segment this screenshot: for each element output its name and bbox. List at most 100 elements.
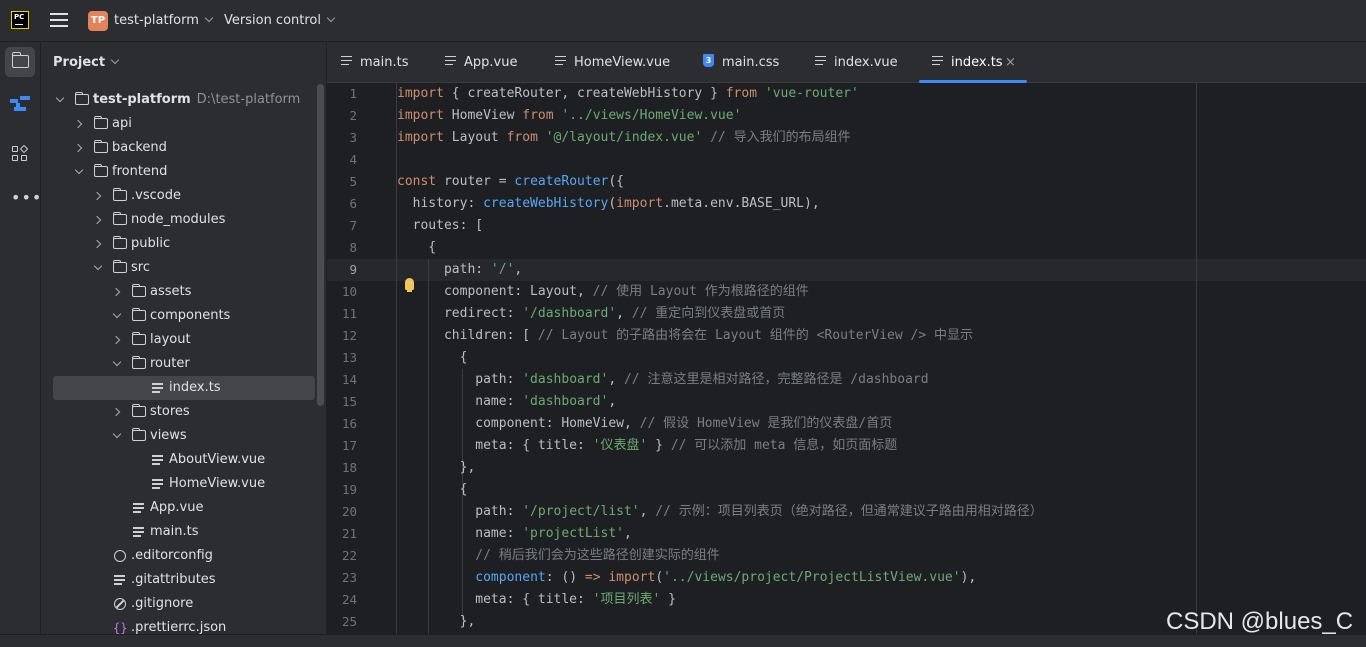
line-number: 5 — [349, 174, 357, 189]
project-panel-header[interactable]: Project — [53, 55, 120, 70]
tree-item-public[interactable]: public — [41, 232, 326, 256]
line-number: 7 — [349, 218, 357, 233]
line-number: 12 — [341, 328, 357, 343]
tree-item-label: router — [150, 356, 190, 371]
tab-index-vue[interactable]: index.vue — [815, 42, 898, 83]
chevron-right-icon[interactable] — [111, 335, 121, 345]
tree-item-components[interactable]: components — [41, 304, 326, 328]
folder-icon — [74, 91, 89, 105]
tree-item-src[interactable]: src — [41, 256, 326, 280]
chevron-down-icon[interactable] — [55, 93, 65, 103]
project-badge[interactable]: TP — [88, 11, 108, 31]
folder-icon — [112, 211, 127, 225]
project-switcher[interactable]: test-platform — [114, 13, 214, 28]
code-text: { — [397, 350, 468, 365]
tree-scrollbar[interactable] — [317, 84, 324, 406]
tab-main-css[interactable]: 3 main.css — [703, 42, 779, 83]
structure-icon[interactable] — [10, 96, 30, 112]
file-icon — [114, 575, 125, 585]
ignore-icon — [114, 598, 126, 610]
tree-item-label: .vscode — [131, 188, 181, 203]
tree-item-gitattributes[interactable]: .gitattributes — [41, 568, 326, 592]
code-editor[interactable]: 1 import { createRouter, createWebHistory… — [327, 83, 1366, 647]
tree-item-index-ts[interactable]: index.ts — [53, 376, 315, 400]
tree-item-api[interactable]: api — [41, 112, 326, 136]
tree-item-node-modules[interactable]: node_modules — [41, 208, 326, 232]
chevron-down-icon[interactable] — [112, 309, 122, 319]
chevron-right-icon[interactable] — [73, 143, 83, 153]
tree-item-aboutview[interactable]: AboutView.vue — [41, 448, 326, 472]
chevron-down-icon[interactable] — [112, 357, 122, 367]
chevron-right-icon[interactable] — [92, 239, 102, 249]
tree-item-label: test-platform — [93, 92, 191, 107]
tree-item-label: layout — [150, 332, 191, 347]
folder-icon — [11, 52, 29, 68]
tab-app-vue[interactable]: App.vue — [445, 42, 517, 83]
tree-item-label: .gitignore — [131, 596, 194, 611]
tree-item-label: index.ts — [169, 380, 221, 395]
chevron-down-icon[interactable] — [74, 165, 84, 175]
tree-item-app-vue[interactable]: App.vue — [41, 496, 326, 520]
line-number: 4 — [349, 152, 357, 167]
chevron-right-icon[interactable] — [111, 407, 121, 417]
chevron-right-icon[interactable] — [111, 287, 121, 297]
tree-item-editorconfig[interactable]: .editorconfig — [41, 544, 326, 568]
folder-icon — [93, 115, 108, 129]
chevron-right-icon[interactable] — [92, 191, 102, 201]
tab-homeview-vue[interactable]: HomeView.vue — [555, 42, 670, 83]
version-control-menu[interactable]: Version control — [224, 13, 336, 28]
tree-item-homeview[interactable]: HomeView.vue — [41, 472, 326, 496]
tree-item-label: .gitattributes — [131, 572, 216, 587]
tree-item-router[interactable]: router — [41, 352, 326, 376]
chevron-down-icon[interactable] — [93, 261, 103, 271]
code-text: component: Layout, // 使用 Layout 作为根路径的组件 — [397, 284, 809, 299]
tab-label: index.ts — [951, 55, 1003, 70]
tree-item-frontend[interactable]: frontend — [41, 160, 326, 184]
close-tab-icon[interactable]: × — [1005, 42, 1016, 83]
chevron-right-icon[interactable] — [73, 119, 83, 129]
tab-label: main.ts — [360, 55, 409, 70]
chevron-down-icon — [204, 13, 214, 23]
code-text: // 稍后我们会为这些路径创建实际的组件 — [475, 548, 720, 563]
tree-item-backend[interactable]: backend — [41, 136, 326, 160]
tree-item-assets[interactable]: assets — [41, 280, 326, 304]
code-text: routes: [ — [397, 218, 484, 233]
editor-tabs: main.ts App.vue HomeView.vue 3 main.css i… — [327, 42, 1366, 83]
panel-title: Project — [53, 55, 106, 70]
line-number: 3 — [349, 130, 357, 145]
tree-item-label: public — [131, 236, 171, 251]
plugins-icon[interactable] — [12, 144, 29, 162]
code-text: redirect: '/dashboard', // 重定向到仪表盘或首页 — [397, 306, 786, 321]
tree-item-vscode[interactable]: .vscode — [41, 184, 326, 208]
tree-item-views[interactable]: views — [41, 424, 326, 448]
code-text: meta: { title: '仪表盘' } // 可以添加 meta 信息，如… — [397, 438, 898, 453]
tab-main-ts[interactable]: main.ts — [341, 42, 408, 83]
line-number: 2 — [349, 108, 357, 123]
line-number: 18 — [341, 460, 357, 475]
tree-item-layout[interactable]: layout — [41, 328, 326, 352]
project-tool-button[interactable] — [5, 47, 35, 77]
code-text: name: 'dashboard', — [397, 394, 617, 409]
chevron-down-icon[interactable] — [112, 429, 122, 439]
chevron-right-icon[interactable] — [92, 215, 102, 225]
tree-item-gitignore[interactable]: .gitignore — [41, 592, 326, 616]
tree-item-label: views — [150, 428, 187, 443]
editor: main.ts App.vue HomeView.vue 3 main.css i… — [327, 42, 1366, 647]
tree-item-label: AboutView.vue — [169, 452, 266, 467]
code-text: { — [397, 240, 437, 255]
main-menu-icon[interactable] — [50, 13, 68, 29]
tab-label: index.vue — [834, 55, 898, 70]
root-path: D:\test-platform — [196, 92, 301, 107]
tree-item-stores[interactable]: stores — [41, 400, 326, 424]
tab-index-ts[interactable]: index.ts — [932, 42, 1003, 83]
code-text: import HomeView from '../views/HomeView.… — [397, 108, 742, 123]
gear-icon — [114, 550, 126, 562]
chevron-down-icon — [110, 55, 120, 65]
tree-item-root[interactable]: test-platform D:\test-platform — [41, 88, 326, 112]
tree-item-main-ts[interactable]: main.ts — [41, 520, 326, 544]
folder-icon — [93, 139, 108, 153]
line-number: 24 — [341, 592, 357, 607]
file-icon — [152, 383, 163, 393]
more-tools-icon[interactable]: ••• — [11, 188, 42, 207]
code-text: path: '/', — [397, 262, 523, 277]
